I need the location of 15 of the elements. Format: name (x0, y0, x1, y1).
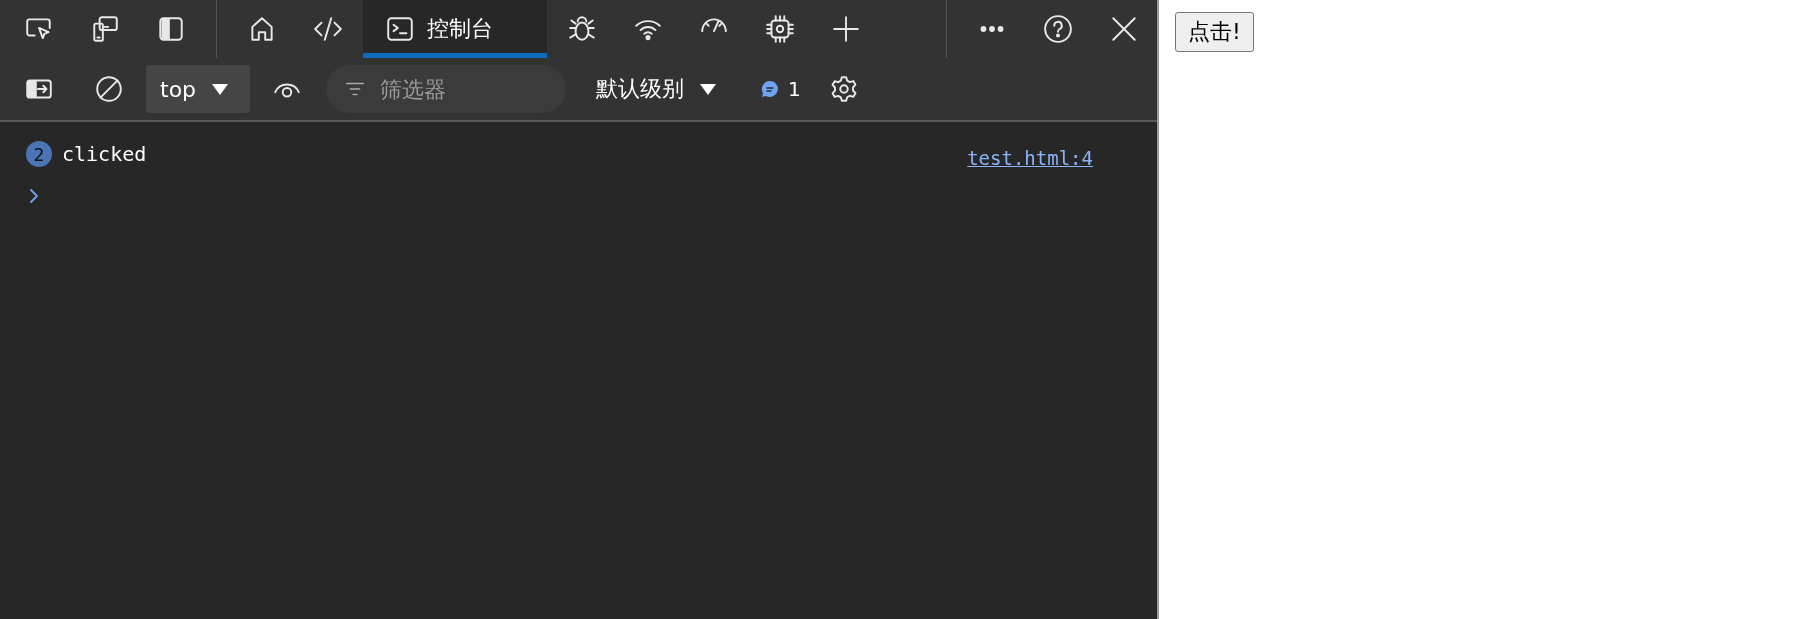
help-icon[interactable] (1042, 13, 1074, 45)
context-dropdown[interactable]: top (146, 65, 250, 113)
add-tab-icon[interactable] (830, 13, 862, 45)
message-icon (760, 79, 780, 99)
console-tab[interactable]: 控制台 (363, 0, 547, 58)
chip-icon[interactable] (764, 13, 796, 45)
filter-field[interactable]: 筛选器 (326, 65, 566, 113)
repeat-count-badge: 2 (26, 141, 52, 167)
terminal-icon (385, 14, 415, 44)
levels-dropdown[interactable]: 默认级别 (590, 73, 724, 105)
message-count[interactable]: 1 (754, 76, 807, 102)
clear-icon[interactable] (93, 73, 125, 105)
source-link[interactable]: test.html:4 (967, 147, 1093, 169)
log-message: clicked (62, 142, 148, 166)
click-button[interactable]: 点击! (1175, 12, 1254, 52)
